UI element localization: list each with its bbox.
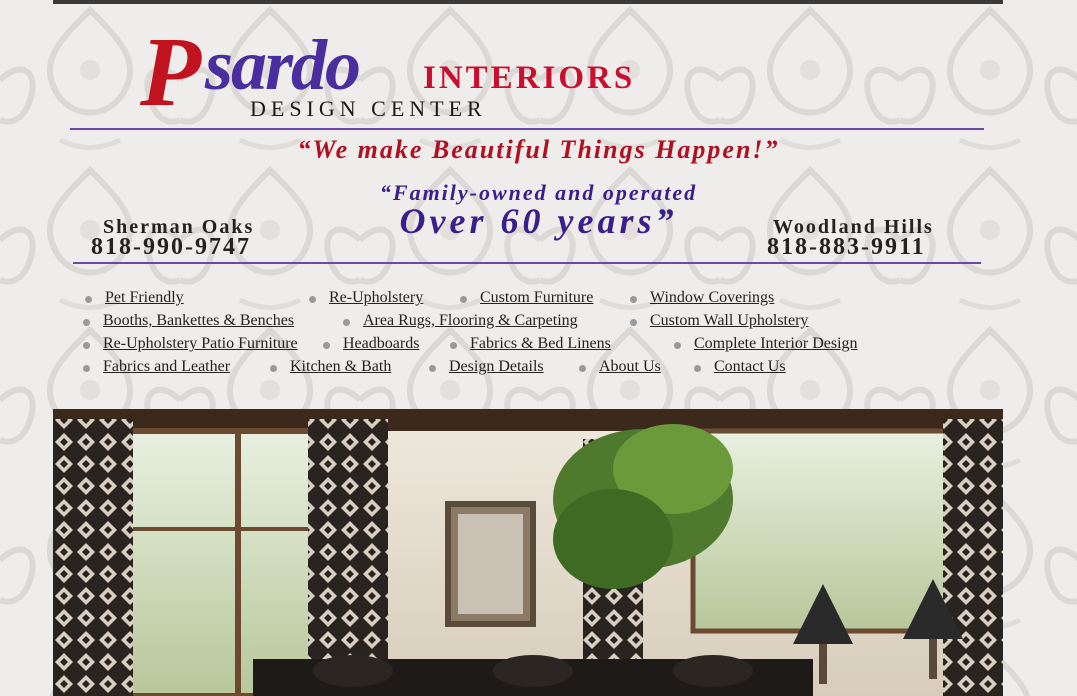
nav-link-window-coverings[interactable]: Window Coverings xyxy=(629,288,774,308)
hero-photo xyxy=(53,409,1003,696)
logo-initial[interactable]: P xyxy=(140,22,201,122)
nav-link-about-us[interactable]: About Us xyxy=(579,357,661,377)
location-right-phone: 818-883-9911 xyxy=(767,234,926,260)
site-header: P sardo INTERIORS DESIGN CENTER “We make… xyxy=(0,0,1077,270)
header-divider-top xyxy=(70,128,984,130)
nav-link-custom-wall-upholstery[interactable]: Custom Wall Upholstery xyxy=(629,311,808,331)
nav-link-area-rugs[interactable]: Area Rugs, Flooring & Carpeting xyxy=(343,311,578,331)
header-divider-bottom xyxy=(73,262,981,264)
nav-link-custom-furniture[interactable]: Custom Furniture xyxy=(459,288,593,308)
nav-link-design-details[interactable]: Design Details xyxy=(429,357,544,377)
nav-link-booths[interactable]: Booths, Bankettes & Benches xyxy=(82,311,294,331)
location-left-phone: 818-990-9747 xyxy=(91,234,251,260)
nav-link-pet-friendly[interactable]: Pet Friendly xyxy=(85,288,184,308)
brand-design-center: DESIGN CENTER xyxy=(250,96,487,121)
nav-link-kitchen-bath[interactable]: Kitchen & Bath xyxy=(269,357,391,377)
nav-link-headboards[interactable]: Headboards xyxy=(322,334,419,354)
logo-wordmark[interactable]: sardo xyxy=(205,24,361,107)
nav-link-patio-furniture[interactable]: Re-Upholstery Patio Furniture xyxy=(83,334,298,354)
tagline: “We make Beautiful Things Happen!” xyxy=(297,135,780,164)
living-room-image xyxy=(53,409,1003,696)
nav-link-re-upholstery[interactable]: Re-Upholstery xyxy=(308,288,423,308)
nav-link-fabrics-leather[interactable]: Fabrics and Leather xyxy=(82,357,230,377)
nav-link-contact-us[interactable]: Contact Us xyxy=(694,357,786,377)
brand-interiors: INTERIORS xyxy=(423,60,636,96)
nav-link-fabrics-bed-linens[interactable]: Fabrics & Bed Linens xyxy=(450,334,611,354)
nav-link-complete-interior-design[interactable]: Complete Interior Design xyxy=(674,334,858,354)
